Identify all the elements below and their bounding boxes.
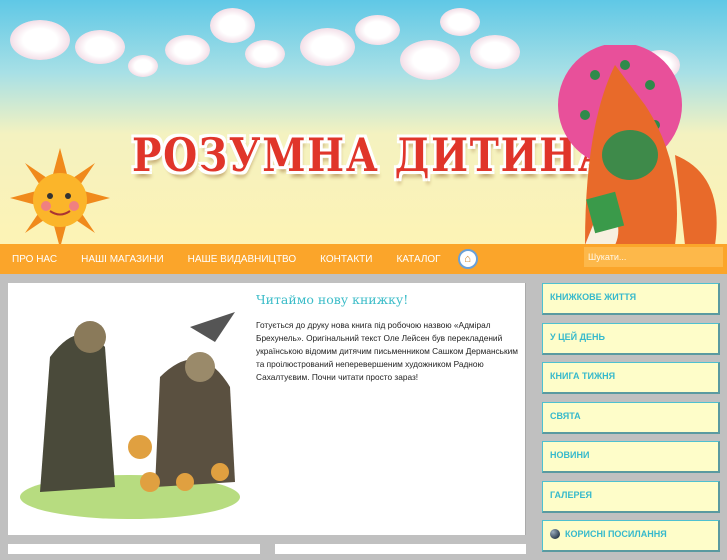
cloud — [10, 20, 70, 60]
header-banner: РОЗУМНА ДИТИНА — [0, 0, 727, 244]
sidebar-item-holidays[interactable]: СВЯТА — [542, 401, 720, 434]
sidebar-item-label: У ЦЕЙ ДЕНЬ — [550, 331, 606, 342]
sidebar-item-book-of-week[interactable]: КНИГА ТИЖНЯ — [542, 362, 720, 394]
book-illustration — [20, 312, 240, 519]
sidebar-item-book-life[interactable]: КНИЖКОВЕ ЖИТТЯ — [542, 283, 720, 315]
cloud — [245, 40, 285, 68]
article-body: Готується до друку нова книга під робочо… — [256, 320, 518, 382]
cloud — [210, 8, 255, 43]
sidebar-item-label: СВЯТА — [550, 410, 581, 421]
bottom-panel-right — [275, 544, 526, 554]
article-title[interactable]: Читаймо нову книжку! — [256, 292, 408, 307]
cloud — [470, 35, 520, 69]
cloud — [75, 30, 125, 64]
sidebar-item-news[interactable]: НОВИНИ — [542, 441, 720, 473]
nav-item-catalog[interactable]: КАТАЛОГ — [396, 254, 440, 265]
sidebar-item-useful-links[interactable]: КОРИСНІ ПОСИЛАННЯ — [542, 520, 720, 552]
home-icon[interactable]: ⌂ — [457, 249, 478, 269]
bottom-panel-left — [8, 544, 260, 554]
sidebar-item-gallery[interactable]: ГАЛЕРЕЯ — [542, 480, 720, 513]
search-input[interactable] — [584, 247, 723, 267]
article-panel: Читаймо нову книжку! Готується до друку … — [8, 283, 526, 535]
nav-item-shops[interactable]: НАШІ МАГАЗИНИ — [81, 254, 164, 265]
sun-illustration — [10, 148, 110, 244]
cloud — [355, 15, 400, 45]
sidebar-item-this-day[interactable]: У ЦЕЙ ДЕНЬ — [542, 322, 720, 355]
sidebar-item-label: КНИГА ТИЖНЯ — [550, 371, 616, 381]
cloud — [400, 40, 460, 80]
cloud — [440, 8, 480, 36]
sidebar-item-label: КНИЖКОВЕ ЖИТТЯ — [550, 292, 637, 302]
globe-icon — [550, 529, 560, 539]
cloud — [128, 55, 158, 77]
sidebar-item-label: НОВИНИ — [550, 450, 590, 460]
nav-item-about[interactable]: ПРО НАС — [12, 254, 57, 265]
kangaroo-umbrella-illustration — [558, 45, 717, 244]
sidebar-item-label: КОРИСНІ ПОСИЛАННЯ — [565, 529, 667, 539]
sidebar: КНИЖКОВЕ ЖИТТЯ У ЦЕЙ ДЕНЬ КНИГА ТИЖНЯ СВ… — [542, 283, 720, 560]
cloud — [300, 28, 355, 66]
nav-item-publisher[interactable]: НАШЕ ВИДАВНИЦТВО — [188, 254, 297, 265]
nav-item-contacts[interactable]: КОНТАКТИ — [320, 254, 372, 265]
sidebar-item-label: ГАЛЕРЕЯ — [550, 489, 592, 500]
cloud — [165, 35, 210, 65]
